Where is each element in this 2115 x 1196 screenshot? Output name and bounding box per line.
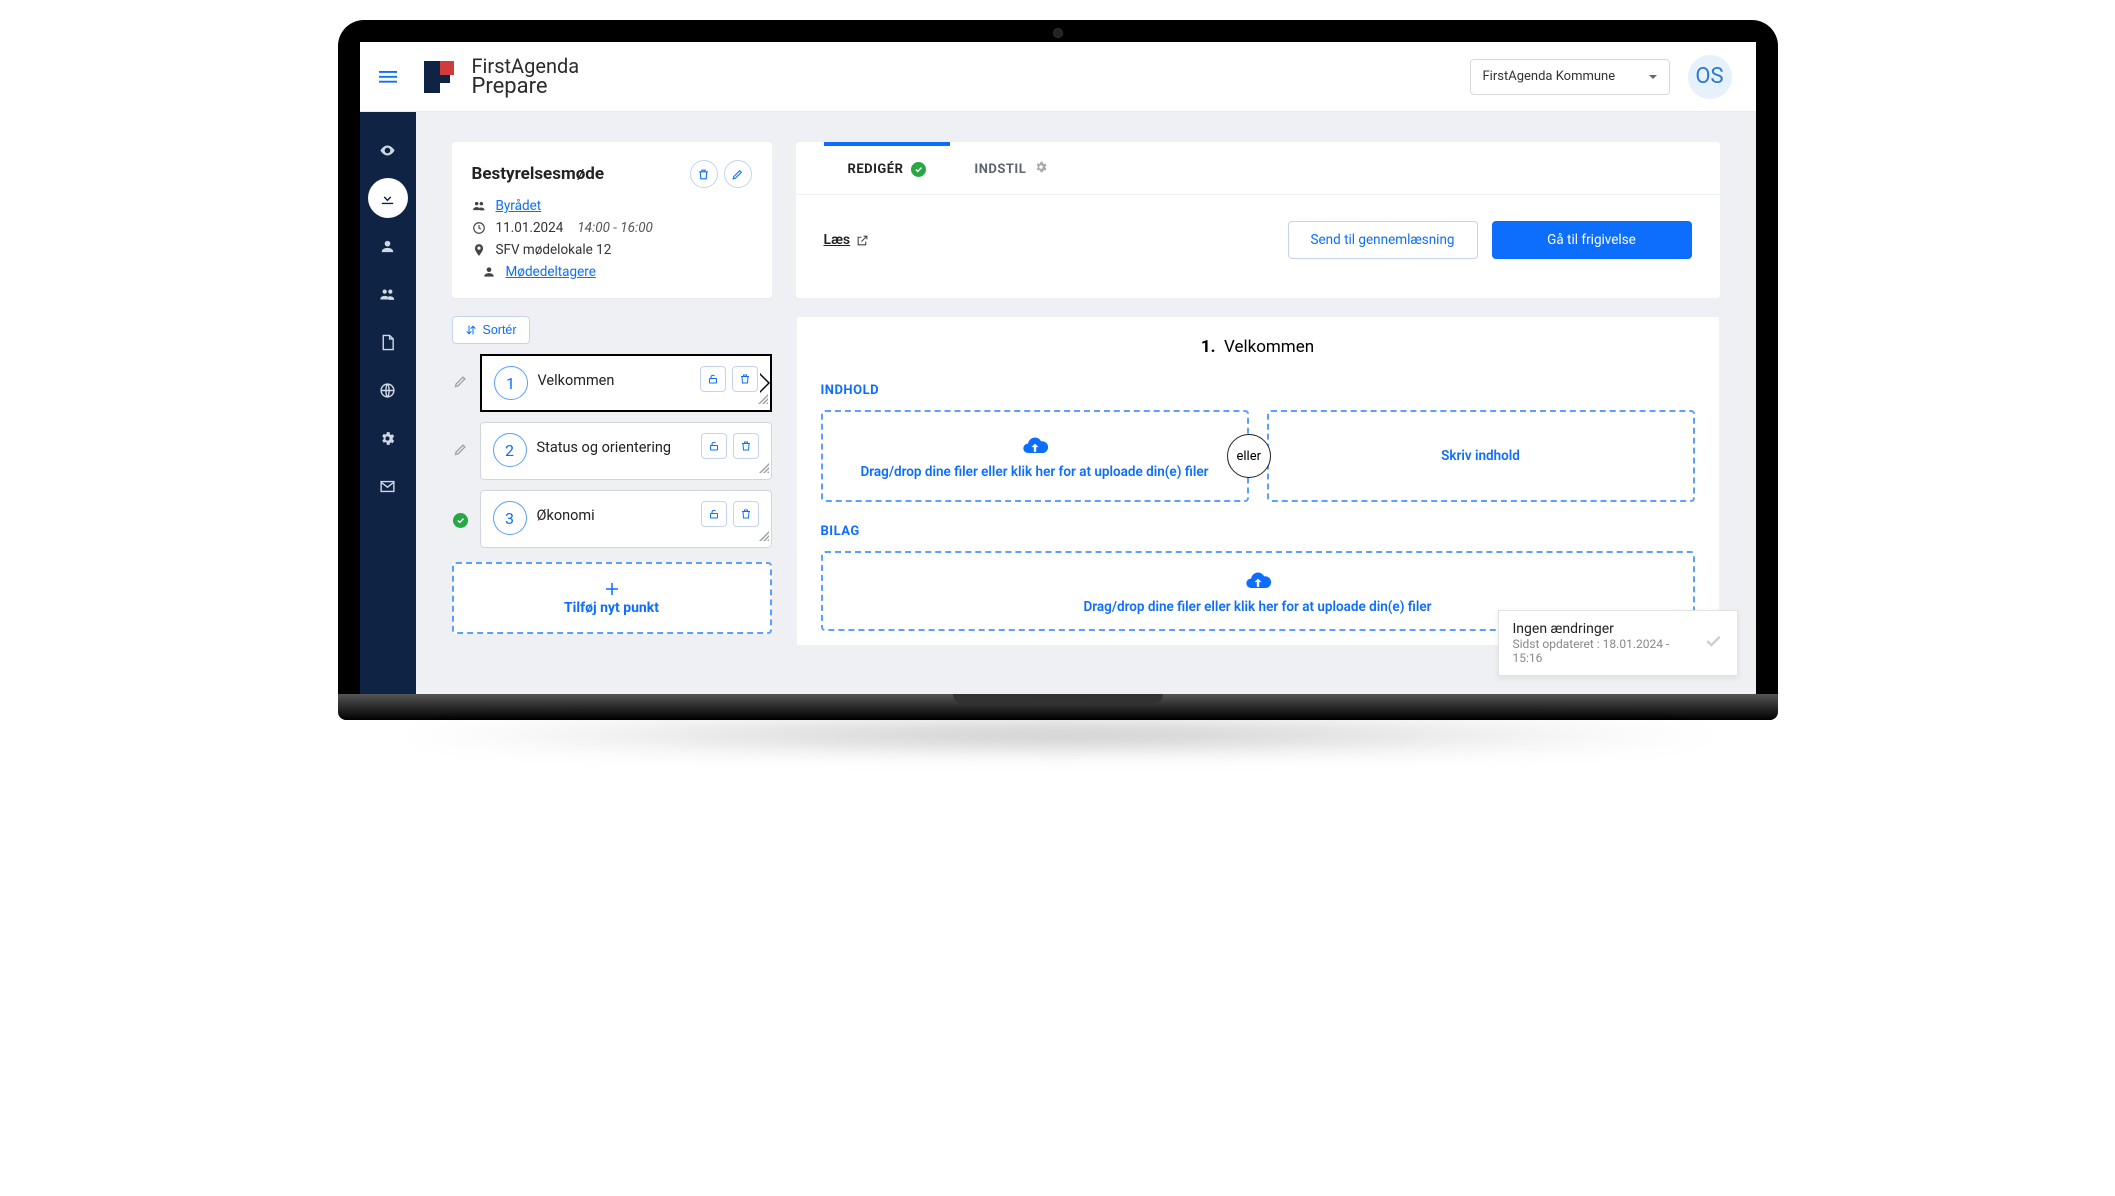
external-link-icon <box>856 234 869 247</box>
avatar[interactable]: OS <box>1688 55 1732 99</box>
content-dropzone[interactable]: Drag/drop dine filer eller klik her for … <box>821 410 1249 502</box>
meeting-room: SFV mødelokale 12 <box>496 242 612 258</box>
agenda-item-title: Velkommen <box>538 366 615 389</box>
sort-button[interactable]: Sortér <box>452 316 530 344</box>
app-header: FirstAgenda Prepare FirstAgenda Kommune … <box>360 42 1756 112</box>
toast-title: Ingen ændringer <box>1513 621 1693 637</box>
user-icon <box>482 265 496 279</box>
or-badge: eller <box>1227 434 1271 478</box>
tab-edit-label: REDIGÉR <box>848 162 904 177</box>
read-link[interactable]: Læs <box>824 232 870 248</box>
cloud-upload-icon <box>1244 567 1272 595</box>
content-drop-text: Drag/drop dine filer eller klik her for … <box>861 464 1209 480</box>
sidebar <box>360 112 416 694</box>
add-agenda-item[interactable]: Tilføj nyt punkt <box>452 562 772 634</box>
delete-meeting-button[interactable] <box>690 160 718 188</box>
attachments-section-label: BILAG <box>821 524 1695 539</box>
detail-heading: 1. Velkommen <box>821 331 1695 371</box>
go-release-button[interactable]: Gå til frigivelse <box>1492 221 1692 259</box>
nav-settings-gear-icon[interactable] <box>368 418 408 458</box>
tab-settings[interactable]: INDSTIL <box>950 142 1072 194</box>
check-circle-icon <box>911 162 926 177</box>
add-item-label: Tilføj nyt punkt <box>564 600 659 616</box>
agenda-item-row: 1 Velkommen <box>452 354 772 412</box>
resize-handle-icon[interactable] <box>759 458 769 477</box>
delete-item-button[interactable] <box>732 366 758 392</box>
tab-edit[interactable]: REDIGÉR <box>824 142 951 194</box>
nav-pdf-icon[interactable] <box>368 322 408 362</box>
agenda-item-row: 2 Status og orientering <box>452 422 772 480</box>
write-content-button[interactable]: Skriv indhold <box>1267 410 1695 502</box>
status-ok-icon <box>452 510 470 529</box>
tab-settings-label: INDSTIL <box>974 162 1026 177</box>
agenda-item[interactable]: 2 Status og orientering <box>480 422 772 480</box>
go-release-label: Gå til frigivelse <box>1547 232 1636 248</box>
unlock-button[interactable] <box>700 366 726 392</box>
detail-heading-num: 1. <box>1201 337 1216 357</box>
clock-icon <box>472 221 486 235</box>
agenda-detail: 1. Velkommen INDHOLD Drag/drop dine file… <box>796 316 1720 646</box>
nav-download-icon[interactable] <box>368 178 408 218</box>
brand: FirstAgenda Prepare <box>420 56 580 98</box>
attachments-drop-text: Drag/drop dine filer eller klik her for … <box>1084 599 1432 615</box>
save-status-toast: Ingen ændringer Sidst opdateret : 18.01.… <box>1498 610 1738 676</box>
sort-icon <box>465 324 477 336</box>
agenda-item-number: 3 <box>493 501 527 535</box>
committee-link[interactable]: Byrådet <box>496 198 542 214</box>
agenda-item-title: Økonomi <box>537 501 595 524</box>
toast-subtitle: Sidst opdateret : 18.01.2024 - 15:16 <box>1513 637 1693 665</box>
hamburger-menu[interactable] <box>360 42 416 112</box>
brand-logo-icon <box>420 57 460 97</box>
edit-meeting-button[interactable] <box>724 160 752 188</box>
resize-handle-icon[interactable] <box>759 526 769 545</box>
or-label: eller <box>1236 449 1261 464</box>
read-link-label: Læs <box>824 232 851 248</box>
agenda-item-row: 3 Økonomi <box>452 490 772 548</box>
detail-heading-text: Velkommen <box>1224 337 1314 357</box>
brand-line2: Prepare <box>472 76 580 98</box>
meeting-info-card: Bestyrelsesmøde <box>452 142 772 298</box>
brand-line1: FirstAgenda <box>472 56 580 76</box>
unlock-button[interactable] <box>701 501 727 527</box>
drag-handle-icon[interactable] <box>452 442 470 461</box>
org-select[interactable]: FirstAgenda Kommune <box>1470 59 1670 95</box>
send-review-label: Send til gennemlæsning <box>1311 232 1455 248</box>
check-icon <box>1703 631 1723 655</box>
meeting-time: 14:00 - 16:00 <box>577 220 653 236</box>
send-review-button[interactable]: Send til gennemlæsning <box>1288 221 1478 259</box>
resize-handle-icon[interactable] <box>758 389 768 408</box>
org-select-value: FirstAgenda Kommune <box>1483 69 1616 84</box>
agenda-item[interactable]: 3 Økonomi <box>480 490 772 548</box>
unlock-button[interactable] <box>701 433 727 459</box>
edit-panel: REDIGÉR INDSTIL <box>796 142 1720 298</box>
participants-link[interactable]: Mødedeltagere <box>506 264 596 280</box>
delete-item-button[interactable] <box>733 433 759 459</box>
content-section-label: INDHOLD <box>821 383 1695 398</box>
cloud-upload-icon <box>1021 432 1049 460</box>
users-icon <box>472 199 486 213</box>
write-content-label: Skriv indhold <box>1441 448 1520 464</box>
avatar-initials: OS <box>1695 64 1723 89</box>
nav-mail-icon[interactable] <box>368 466 408 506</box>
agenda-item-number: 2 <box>493 433 527 467</box>
meeting-title: Bestyrelsesmøde <box>472 164 605 184</box>
nav-globe-icon[interactable] <box>368 370 408 410</box>
agenda-item-title: Status og orientering <box>537 433 672 456</box>
pin-icon <box>472 243 486 257</box>
agenda-item-number: 1 <box>494 366 528 400</box>
nav-user-icon[interactable] <box>368 226 408 266</box>
meeting-date: 11.01.2024 <box>496 220 564 236</box>
delete-item-button[interactable] <box>733 501 759 527</box>
drag-handle-icon[interactable] <box>452 374 470 393</box>
nav-eye-icon[interactable] <box>368 130 408 170</box>
agenda-list: Sortér 1 Velkommen 2 Status og orientering 3… <box>452 316 772 646</box>
sort-label: Sortér <box>483 323 517 337</box>
plus-icon <box>603 580 621 598</box>
nav-users-icon[interactable] <box>368 274 408 314</box>
agenda-item[interactable]: 1 Velkommen <box>480 354 772 412</box>
gear-icon <box>1034 160 1048 178</box>
